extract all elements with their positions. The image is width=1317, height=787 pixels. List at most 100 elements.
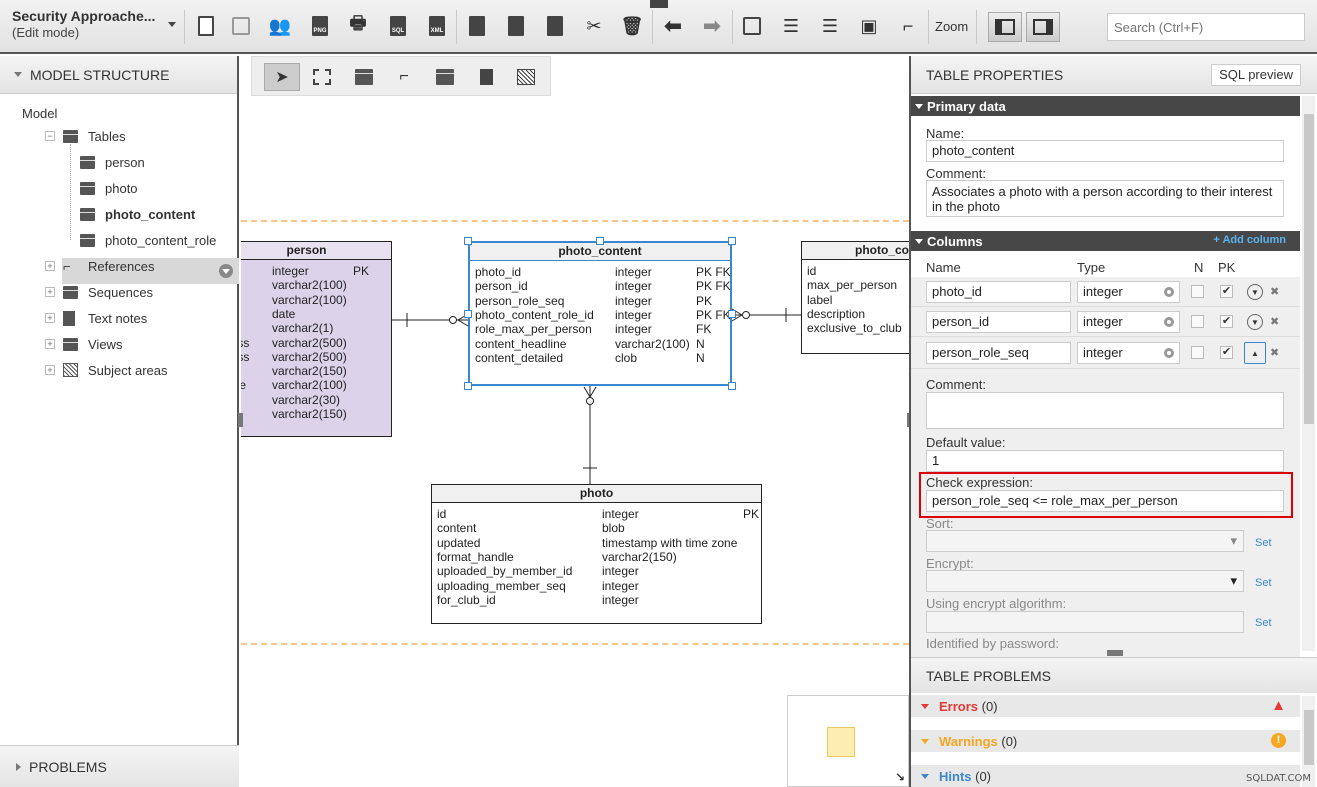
errors-row[interactable]: Errors (0) ▲ (911, 695, 1300, 717)
copy-button[interactable] (464, 12, 490, 40)
hints-row[interactable]: Hints (0) (911, 765, 1300, 787)
encrypt-select[interactable]: ▾ (926, 570, 1244, 592)
remove-column-button[interactable]: ✖ (1270, 315, 1279, 328)
model-structure-header[interactable]: MODEL STRUCTURE (0, 56, 237, 94)
resize-arrow-icon[interactable]: ↘ (895, 770, 905, 784)
entity-photo[interactable]: photo id integer PK content blob updated times… (431, 484, 762, 624)
table-name-input[interactable]: photo_content (926, 140, 1284, 162)
tree-table-photo-content[interactable]: photo_content (80, 201, 195, 227)
splitter-grip[interactable] (1107, 650, 1123, 656)
set-encrypt-link[interactable]: Set (1255, 577, 1272, 589)
toggle-right-panel-button[interactable] (1026, 12, 1060, 42)
toggle-left-panel-button[interactable] (988, 12, 1022, 42)
expand-icon[interactable]: + (45, 339, 55, 349)
set-algorithm-link[interactable]: Set (1255, 617, 1272, 629)
delete-button[interactable]: 🗑 (619, 12, 645, 40)
save-button[interactable] (228, 12, 254, 40)
primary-data-section[interactable]: Primary data (911, 96, 1300, 116)
zoom-button[interactable]: Zoom (935, 19, 968, 34)
warnings-row[interactable]: Warnings (0) ! (911, 730, 1300, 752)
tree-table-photo-content-role[interactable]: photo_content_role (80, 227, 216, 253)
remove-column-button[interactable]: ✖ (1270, 285, 1279, 298)
resize-handle[interactable] (464, 382, 472, 390)
distribute-button[interactable]: ☰ (817, 12, 843, 40)
table-comment-input[interactable]: Associates a photo with a person accordi… (926, 180, 1284, 217)
paste-special-button[interactable] (542, 12, 568, 40)
tree-sequences[interactable]: + Sequences (45, 279, 153, 305)
tree-table-photo[interactable]: photo (80, 175, 138, 201)
move-down-button[interactable]: ▼ (1247, 314, 1263, 330)
collapse-toolbar-handle[interactable] (650, 0, 668, 8)
print-button[interactable]: 🖶 (345, 12, 371, 40)
entity-photo-content[interactable]: photo_content photo_id integer PK FK person… (468, 241, 732, 386)
search-input[interactable] (1107, 13, 1305, 41)
redo-button[interactable]: ➡ (699, 12, 725, 40)
column-row-selected[interactable]: person_role_seq integer ✔ ▲ ✖ (911, 337, 1300, 369)
column-name-input[interactable]: person_role_seq (926, 342, 1071, 364)
arrange-button[interactable]: ▣ (856, 12, 882, 40)
export-xml-button[interactable]: XML (424, 12, 450, 40)
left-splitter-grip[interactable] (238, 413, 243, 427)
column-name-input[interactable]: photo_id (926, 281, 1071, 303)
algorithm-input[interactable] (926, 611, 1244, 633)
scrollbar-thumb[interactable] (1304, 114, 1314, 424)
align-button[interactable]: ☰ (778, 12, 804, 40)
nullable-checkbox[interactable] (1191, 285, 1204, 298)
minimap[interactable]: ↘ (787, 695, 909, 787)
resize-handle[interactable] (596, 237, 604, 245)
move-up-button[interactable]: ▲ (1244, 342, 1266, 364)
new-document-button[interactable] (193, 12, 219, 40)
cut-button[interactable]: ✂ (581, 12, 607, 40)
gear-icon[interactable] (1164, 287, 1174, 297)
default-value-input[interactable]: 1 (926, 450, 1284, 472)
column-name-input[interactable]: person_id (926, 311, 1071, 333)
tree-references[interactable]: + ⌐ References (45, 253, 154, 279)
expand-icon[interactable]: + (45, 313, 55, 323)
sort-select[interactable]: ▾ (926, 530, 1244, 552)
tree-text-notes[interactable]: + Text notes (45, 305, 147, 331)
share-button[interactable]: 👥 (267, 12, 293, 40)
minimap-viewport[interactable] (827, 727, 855, 757)
resize-handle[interactable] (728, 237, 736, 245)
column-type-input[interactable]: integer (1077, 342, 1180, 364)
pk-checkbox[interactable]: ✔ (1220, 346, 1233, 359)
pk-checkbox[interactable]: ✔ (1220, 315, 1233, 328)
tree-table-person[interactable]: person (80, 149, 145, 175)
tree-tables[interactable]: − Tables (45, 123, 126, 149)
scrollbar-thumb[interactable] (1304, 710, 1314, 765)
column-row[interactable]: photo_id integer ✔ ▼ ✖ (911, 277, 1300, 307)
export-png-button[interactable]: PNG (307, 12, 333, 40)
chevron-down-icon[interactable] (168, 22, 176, 27)
column-row[interactable]: person_id integer ✔ ▼ ✖ (911, 307, 1300, 337)
set-sort-link[interactable]: Set (1255, 537, 1272, 549)
undo-button[interactable]: ⬅ (660, 12, 686, 40)
move-down-button[interactable]: ▼ (1247, 284, 1263, 300)
columns-section[interactable]: Columns + Add column (911, 231, 1300, 251)
tree-views[interactable]: + Views (45, 331, 122, 357)
resize-handle[interactable] (464, 237, 472, 245)
expand-icon[interactable]: + (45, 261, 55, 271)
column-type-input[interactable]: integer (1077, 311, 1180, 333)
document-title[interactable]: Security Approache... (12, 8, 155, 24)
column-comment-input[interactable] (926, 392, 1284, 429)
expand-icon[interactable]: + (45, 365, 55, 375)
resize-handle[interactable] (728, 382, 736, 390)
line-style-button[interactable] (739, 12, 765, 40)
resize-handle[interactable] (728, 310, 736, 318)
sql-preview-button[interactable]: SQL preview (1211, 64, 1301, 86)
properties-scrollbar[interactable] (1302, 96, 1315, 651)
line-routing-button[interactable]: ⌐ (895, 12, 921, 40)
gear-icon[interactable] (1164, 317, 1174, 327)
diagram-canvas[interactable]: ➤ ⌐ person integerPKmevarchar2(100)mevar… (241, 56, 909, 787)
problems-panel-header[interactable]: PROBLEMS (0, 745, 239, 787)
entity-photo-content-role[interactable]: photo_co id max_per_person label descriptio… (801, 241, 909, 354)
tree-subject-areas[interactable]: + Subject areas (45, 357, 168, 383)
nullable-checkbox[interactable] (1191, 315, 1204, 328)
expand-icon[interactable]: + (45, 287, 55, 297)
gear-icon[interactable] (1164, 348, 1174, 358)
chevron-down-icon[interactable] (219, 264, 233, 278)
pk-checkbox[interactable]: ✔ (1220, 285, 1233, 298)
nullable-checkbox[interactable] (1191, 346, 1204, 359)
add-column-link[interactable]: + Add column (1213, 234, 1286, 246)
column-type-input[interactable]: integer (1077, 281, 1180, 303)
